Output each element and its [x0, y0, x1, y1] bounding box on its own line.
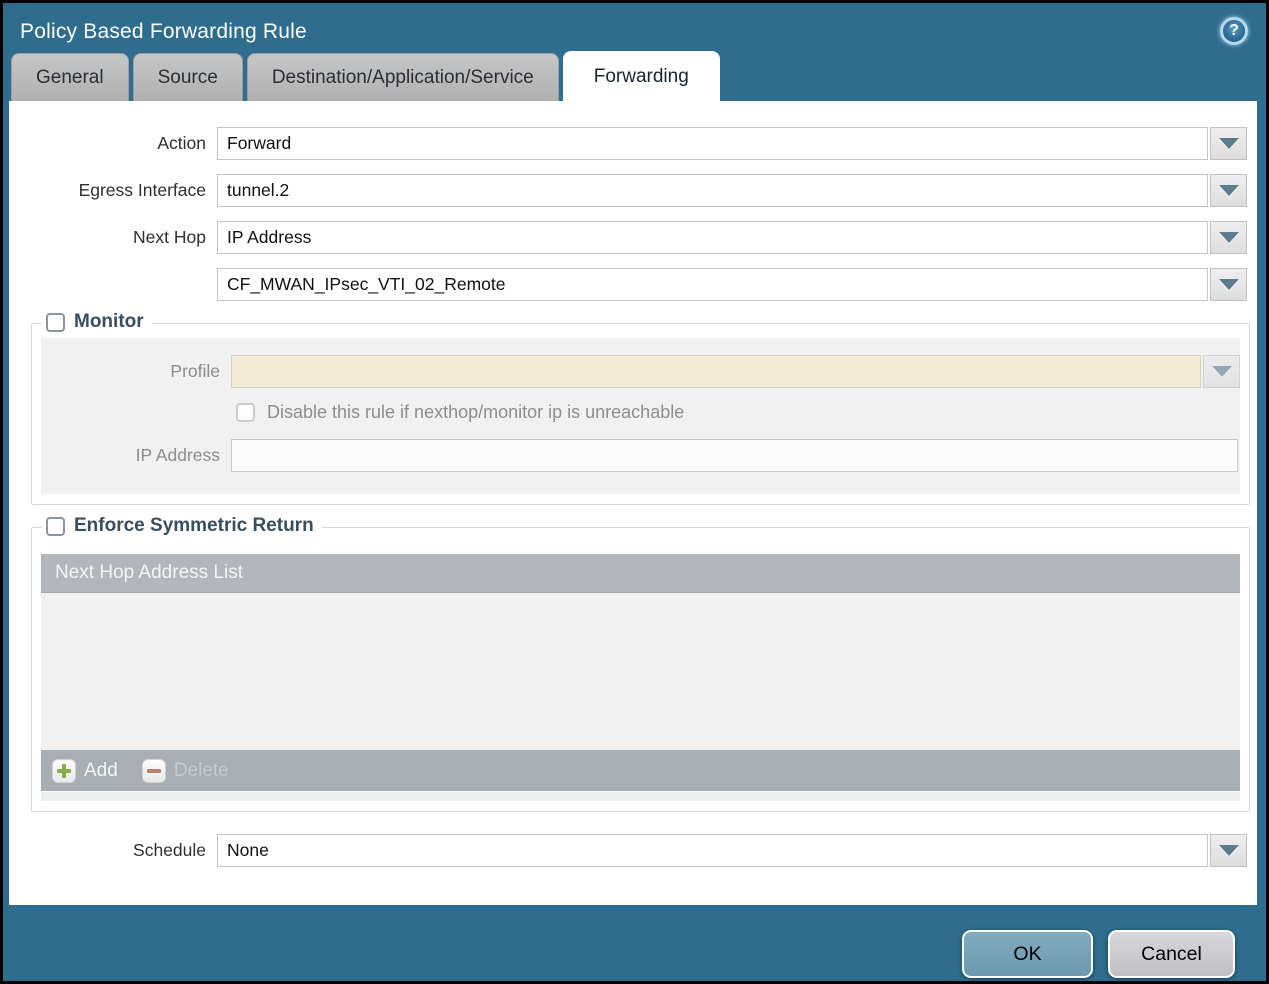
next-hop-row: Next Hop IP Address	[9, 221, 1247, 254]
plus-icon	[52, 758, 76, 783]
chevron-down-icon	[1218, 232, 1239, 243]
dialog-actions: OK Cancel	[3, 905, 1266, 978]
next-hop-address-row: CF_MWAN_IPsec_VTI_02_Remote	[9, 268, 1247, 301]
tab-bar: General Source Destination/Application/S…	[3, 51, 1266, 101]
enforce-symmetric-return-label: Enforce Symmetric Return	[74, 515, 314, 536]
action-dropdown-button[interactable]	[1210, 127, 1247, 160]
action-combo: Forward	[217, 127, 1247, 160]
monitor-profile-combo	[231, 355, 1240, 388]
monitor-profile-dropdown-button[interactable]	[1203, 355, 1240, 388]
add-button-label: Add	[84, 759, 118, 781]
next-hop-address-combo: CF_MWAN_IPsec_VTI_02_Remote	[217, 268, 1247, 301]
egress-interface-row: Egress Interface tunnel.2	[9, 174, 1247, 207]
monitor-section: Monitor Profile Disable this rule if nex…	[31, 311, 1250, 505]
next-hop-combo: IP Address	[217, 221, 1247, 254]
schedule-value[interactable]: None	[217, 834, 1208, 867]
monitor-ip-address-label: IP Address	[135, 445, 220, 465]
delete-button-label: Delete	[173, 759, 229, 781]
chevron-down-icon	[1218, 138, 1239, 149]
monitor-profile-label: Profile	[170, 361, 220, 381]
chevron-down-icon	[1218, 279, 1239, 290]
forwarding-tab-panel: Action Forward Egress Interface tunnel.2…	[9, 101, 1257, 905]
schedule-label: Schedule	[133, 840, 206, 860]
disable-rule-label: Disable this rule if nexthop/monitor ip …	[267, 402, 685, 422]
egress-interface-dropdown-button[interactable]	[1210, 174, 1247, 207]
chevron-down-icon	[1211, 366, 1232, 377]
next-hop-address-list-table: Next Hop Address List Add Delete	[41, 554, 1240, 801]
monitor-checkbox[interactable]	[46, 312, 65, 332]
ok-button[interactable]: OK	[962, 930, 1093, 978]
next-hop-type-value[interactable]: IP Address	[217, 221, 1208, 254]
schedule-row: Schedule None	[9, 834, 1247, 867]
table-bottom-strip	[41, 792, 1240, 801]
tab-forwarding[interactable]: Forwarding	[562, 51, 720, 101]
next-hop-address-list-body	[41, 593, 1240, 750]
tab-source[interactable]: Source	[132, 53, 243, 101]
cancel-button[interactable]: Cancel	[1108, 930, 1235, 978]
enforce-symmetric-return-section: Enforce Symmetric Return Next Hop Addres…	[31, 515, 1250, 812]
next-hop-label: Next Hop	[133, 227, 206, 247]
schedule-combo: None	[217, 834, 1247, 867]
egress-interface-value[interactable]: tunnel.2	[217, 174, 1208, 207]
next-hop-dropdown-button[interactable]	[1210, 221, 1247, 254]
policy-based-forwarding-rule-dialog: Policy Based Forwarding Rule ? General S…	[0, 0, 1269, 984]
schedule-dropdown-button[interactable]	[1210, 834, 1247, 867]
monitor-profile-value[interactable]	[231, 355, 1201, 388]
dialog-title: Policy Based Forwarding Rule	[20, 20, 307, 43]
enforce-symmetric-return-checkbox[interactable]	[46, 516, 65, 536]
egress-interface-label: Egress Interface	[78, 180, 206, 200]
help-icon[interactable]: ?	[1220, 17, 1248, 45]
egress-interface-combo: tunnel.2	[217, 174, 1247, 207]
next-hop-address-value[interactable]: CF_MWAN_IPsec_VTI_02_Remote	[217, 268, 1208, 301]
tab-destination-application-service[interactable]: Destination/Application/Service	[246, 53, 559, 101]
minus-icon	[141, 758, 166, 783]
monitor-legend: Monitor	[42, 311, 152, 333]
next-hop-address-list-header: Next Hop Address List	[41, 554, 1240, 593]
next-hop-address-list-footer: Add Delete	[41, 750, 1240, 791]
monitor-ip-address-input[interactable]	[231, 439, 1238, 472]
delete-button[interactable]: Delete	[141, 758, 229, 783]
enforce-symmetric-return-legend: Enforce Symmetric Return	[42, 515, 322, 537]
action-label: Action	[157, 133, 206, 153]
monitor-profile-row: Profile	[41, 355, 1240, 388]
monitor-body: Profile Disable this rule if nexthop/mon…	[41, 338, 1240, 494]
chevron-down-icon	[1218, 185, 1239, 196]
disable-rule-row: Disable this rule if nexthop/monitor ip …	[236, 402, 1240, 423]
tab-general[interactable]: General	[11, 53, 129, 101]
next-hop-address-dropdown-button[interactable]	[1210, 268, 1247, 301]
disable-rule-checkbox[interactable]	[236, 403, 255, 422]
action-value[interactable]: Forward	[217, 127, 1208, 160]
add-button[interactable]: Add	[52, 758, 118, 783]
chevron-down-icon	[1218, 845, 1239, 856]
dialog-titlebar: Policy Based Forwarding Rule ?	[3, 3, 1266, 51]
monitor-ip-address-row: IP Address	[41, 439, 1240, 472]
action-row: Action Forward	[9, 127, 1247, 160]
monitor-section-label: Monitor	[74, 311, 144, 332]
